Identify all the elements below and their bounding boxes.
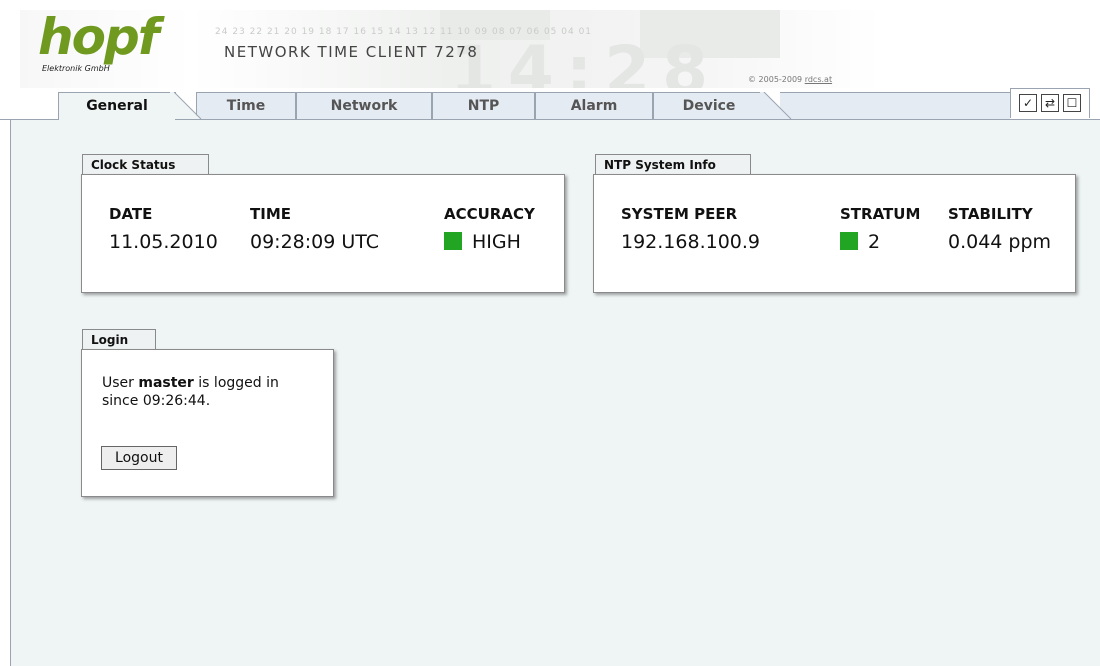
accuracy-value: HIGH bbox=[472, 231, 521, 253]
system-peer-label: SYSTEM PEER bbox=[621, 205, 738, 223]
login-tab: Login bbox=[82, 329, 156, 349]
tab-general-label: General bbox=[86, 98, 148, 114]
login-since: since 09:26:44. bbox=[102, 393, 211, 409]
login-message: User master is logged in since 09:26:44. bbox=[102, 374, 322, 410]
refresh-icon[interactable]: ⇄ bbox=[1041, 94, 1059, 112]
login-text-prefix: User bbox=[102, 375, 134, 391]
accuracy-value-wrap: HIGH bbox=[444, 231, 521, 253]
tab-bar-filler bbox=[780, 92, 1010, 120]
tab-ntp-label: NTP bbox=[467, 98, 500, 114]
login-title: Login bbox=[91, 333, 129, 347]
clock-status-title: Clock Status bbox=[91, 158, 176, 172]
date-value: 11.05.2010 bbox=[109, 231, 218, 253]
logout-button[interactable]: Logout bbox=[101, 446, 177, 470]
check-icon[interactable]: ✓ bbox=[1019, 94, 1037, 112]
tab-time-label: Time bbox=[226, 98, 266, 114]
content-area: Clock Status DATE 11.05.2010 TIME 09:28:… bbox=[10, 120, 1100, 666]
tab-alarm-label: Alarm bbox=[570, 98, 618, 114]
tab-general-slant bbox=[170, 92, 202, 119]
stratum-label: STRATUM bbox=[840, 205, 921, 223]
logo-subtitle: Elektronik GmbH bbox=[42, 64, 110, 73]
ntp-info-panel: SYSTEM PEER 192.168.100.9 STRATUM 2 STAB… bbox=[593, 174, 1076, 293]
window-icon[interactable]: ☐ bbox=[1063, 94, 1081, 112]
time-label: TIME bbox=[250, 205, 291, 223]
banner-ghost-time: 14:28 bbox=[450, 32, 721, 88]
time-value: 09:28:09 UTC bbox=[250, 231, 380, 253]
ntp-info-tab: NTP System Info bbox=[595, 154, 751, 174]
toolbar: ✓ ⇄ ☐ bbox=[1010, 88, 1090, 118]
ntp-info-title: NTP System Info bbox=[604, 158, 716, 172]
tab-device[interactable]: Device bbox=[653, 92, 765, 119]
tab-device-label: Device bbox=[682, 98, 736, 114]
tab-general[interactable]: General bbox=[58, 92, 176, 120]
product-title: NETWORK TIME CLIENT 7278 bbox=[224, 43, 479, 61]
stability-value: 0.044 ppm bbox=[948, 231, 1052, 253]
system-peer-value: 192.168.100.9 bbox=[621, 231, 761, 253]
tab-time[interactable]: Time bbox=[196, 92, 296, 119]
stratum-value: 2 bbox=[868, 231, 881, 253]
tab-device-slant bbox=[760, 92, 792, 119]
copyright-text: © 2005-2009 bbox=[748, 75, 803, 84]
copyright-link[interactable]: rdcs.at bbox=[805, 75, 832, 84]
tab-network[interactable]: Network bbox=[296, 92, 432, 119]
tab-ntp[interactable]: NTP bbox=[432, 92, 535, 119]
accuracy-status-indicator bbox=[444, 232, 462, 250]
tab-alarm[interactable]: Alarm bbox=[535, 92, 653, 119]
accuracy-label: ACCURACY bbox=[444, 205, 535, 223]
login-panel: User master is logged in since 09:26:44.… bbox=[81, 349, 334, 497]
header: 14:28 24 23 22 21 20 19 18 17 16 15 14 1… bbox=[0, 0, 1100, 92]
tab-bar: General Time Network NTP Alarm Device ✓ … bbox=[0, 88, 1100, 120]
stratum-value-wrap: 2 bbox=[840, 231, 880, 253]
date-label: DATE bbox=[109, 205, 153, 223]
clock-status-panel: DATE 11.05.2010 TIME 09:28:09 UTC ACCURA… bbox=[81, 174, 565, 293]
hopf-logo: hopf Elektronik GmbH bbox=[38, 8, 168, 80]
tab-network-label: Network bbox=[330, 98, 398, 114]
clock-status-tab: Clock Status bbox=[82, 154, 209, 174]
login-username: master bbox=[138, 375, 194, 391]
logo-text: hopf bbox=[38, 8, 159, 66]
copyright: © 2005-2009 rdcs.at bbox=[748, 75, 832, 84]
login-text-suffix: is logged in bbox=[198, 375, 279, 391]
stratum-status-indicator bbox=[840, 232, 858, 250]
stability-label: STABILITY bbox=[948, 205, 1033, 223]
banner-scale-numbers: 24 23 22 21 20 19 18 17 16 15 14 13 12 1… bbox=[215, 27, 593, 37]
